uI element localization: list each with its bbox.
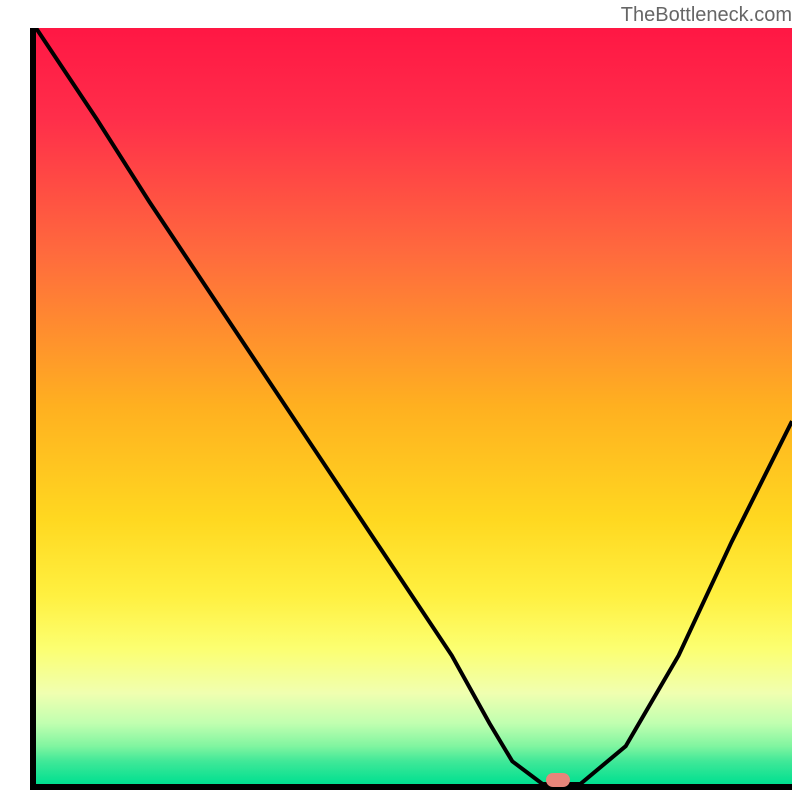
curve-line bbox=[36, 28, 792, 784]
plot-area bbox=[30, 28, 792, 790]
optimal-point-marker bbox=[546, 773, 570, 787]
chart-container: TheBottleneck.com bbox=[0, 0, 800, 800]
watermark-text: TheBottleneck.com bbox=[621, 4, 792, 27]
